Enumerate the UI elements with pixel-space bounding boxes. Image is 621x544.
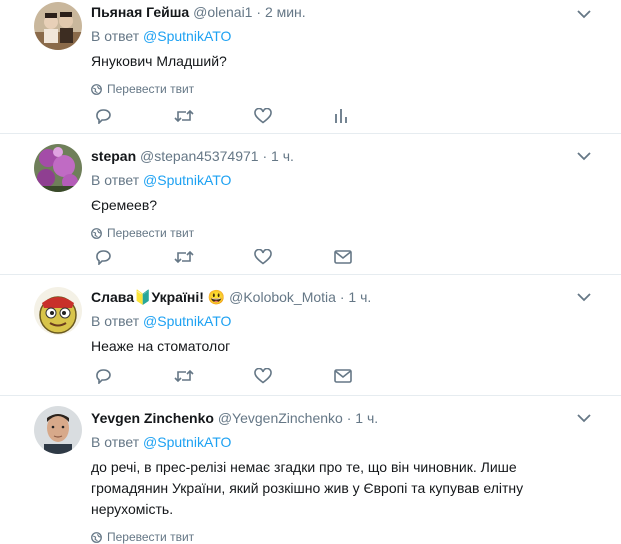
username[interactable]: @olenai1 <box>193 4 252 20</box>
avatar[interactable] <box>34 406 82 454</box>
chevron-down-icon[interactable] <box>577 151 591 161</box>
username[interactable]: @YevgenZinchenko <box>218 410 343 426</box>
separator: · <box>339 289 345 305</box>
tweet-4[interactable]: Yevgen Zinchenko @YevgenZinchenko · 1 ч.… <box>0 396 621 544</box>
timestamp[interactable]: 1 ч. <box>271 148 294 164</box>
timestamp[interactable]: 2 мин. <box>265 4 306 20</box>
username[interactable]: @Kolobok_Motia <box>229 289 336 305</box>
tweet-header: Слава🔰Україні! 😃 @Kolobok_Motia · 1 ч. <box>91 288 621 306</box>
reply-mention-link[interactable]: @SputnikATO <box>143 313 231 329</box>
globe-icon <box>91 83 102 95</box>
display-name[interactable]: stepan <box>91 148 136 164</box>
message-icon <box>334 250 352 264</box>
display-name-part: Україні! <box>151 289 204 305</box>
reply-button[interactable] <box>94 106 174 126</box>
avatar[interactable] <box>34 144 82 192</box>
retweet-button[interactable] <box>174 106 254 126</box>
reply-button[interactable] <box>94 366 174 386</box>
avatar[interactable] <box>34 2 82 50</box>
like-button[interactable] <box>254 106 334 126</box>
reply-mention-link[interactable]: @SputnikATO <box>143 172 231 188</box>
tweet-3[interactable]: Слава🔰Україні! 😃 @Kolobok_Motia · 1 ч. В… <box>0 275 621 396</box>
timestamp[interactable]: 1 ч. <box>355 410 378 426</box>
reply-mention-link[interactable]: @SputnikATO <box>143 28 231 44</box>
separator: · <box>346 410 352 426</box>
avatar[interactable] <box>34 287 82 335</box>
reply-context: В ответ @SputnikATO <box>91 433 621 451</box>
reply-icon <box>94 368 112 384</box>
display-name[interactable]: Пьяная Гейша <box>91 4 189 20</box>
direct-message-button[interactable] <box>334 247 414 267</box>
reply-icon <box>94 108 112 124</box>
analytics-button[interactable] <box>334 106 414 126</box>
tweet-header: stepan @stepan45374971 · 1 ч. <box>91 147 621 165</box>
globe-icon <box>91 531 102 543</box>
retweet-icon <box>174 249 194 265</box>
reply-icon <box>94 249 112 265</box>
display-name-part: Слава <box>91 289 134 305</box>
tweet-text: Єремеев? <box>91 197 158 213</box>
tweet-text-line: до речі, в прес-релізі немає згадки про … <box>91 459 517 475</box>
tweet-header: Yevgen Zinchenko @YevgenZinchenko · 1 ч. <box>91 409 621 427</box>
smiley-emoji: 😃 <box>207 289 226 305</box>
translate-tweet-link[interactable]: Перевести твит <box>91 530 621 544</box>
tweet-text-line: громадянин України, який розкішно жив у … <box>91 480 524 496</box>
display-name[interactable]: Yevgen Zinchenko <box>91 410 214 426</box>
tweet-text: Неаже на стоматолог <box>91 338 231 354</box>
reply-button[interactable] <box>94 247 174 267</box>
chevron-down-icon[interactable] <box>577 9 591 19</box>
translate-label: Перевести твит <box>107 226 195 240</box>
timestamp[interactable]: 1 ч. <box>348 289 371 305</box>
display-name[interactable]: Слава🔰Україні! 😃 <box>91 289 225 305</box>
message-icon <box>334 369 352 383</box>
reply-prefix: В ответ <box>91 28 140 44</box>
reply-prefix: В ответ <box>91 313 140 329</box>
like-button[interactable] <box>254 247 334 267</box>
translate-tweet-link[interactable]: Перевести твит <box>91 82 621 96</box>
chevron-down-icon[interactable] <box>577 413 591 423</box>
like-icon <box>254 249 272 265</box>
reply-context: В ответ @SputnikATO <box>91 312 621 330</box>
tweet-header: Пьяная Гейша @olenai1 · 2 мин. <box>91 3 621 21</box>
like-icon <box>254 108 272 124</box>
tweet-1[interactable]: Пьяная Гейша @olenai1 · 2 мин. В ответ @… <box>0 0 621 134</box>
tweet-text-line: нерухомість. <box>91 501 174 517</box>
username[interactable]: @stepan45374971 <box>140 148 259 164</box>
translate-label: Перевести твит <box>107 82 195 96</box>
retweet-button[interactable] <box>174 366 254 386</box>
retweet-button[interactable] <box>174 247 254 267</box>
reply-context: В ответ @SputnikATO <box>91 171 621 189</box>
analytics-icon <box>334 108 348 124</box>
reply-context: В ответ @SputnikATO <box>91 27 621 45</box>
reply-prefix: В ответ <box>91 172 140 188</box>
tweet-text: Янукович Младший? <box>91 53 227 69</box>
like-button[interactable] <box>254 366 334 386</box>
translate-label: Перевести твит <box>107 530 195 544</box>
tweet-2[interactable]: stepan @stepan45374971 · 1 ч. В ответ @S… <box>0 134 621 275</box>
separator: · <box>256 4 262 20</box>
reply-prefix: В ответ <box>91 434 140 450</box>
retweet-icon <box>174 108 194 124</box>
direct-message-button[interactable] <box>334 366 414 386</box>
like-icon <box>254 368 272 384</box>
chevron-down-icon[interactable] <box>577 292 591 302</box>
separator: · <box>262 148 268 164</box>
tweet-text: до речі, в прес-релізі немає згадки про … <box>91 457 621 520</box>
beginner-badge-emoji: 🔰 <box>134 289 152 305</box>
reply-mention-link[interactable]: @SputnikATO <box>143 434 231 450</box>
retweet-icon <box>174 368 194 384</box>
translate-tweet-link[interactable]: Перевести твит <box>91 226 621 240</box>
globe-icon <box>91 227 102 239</box>
